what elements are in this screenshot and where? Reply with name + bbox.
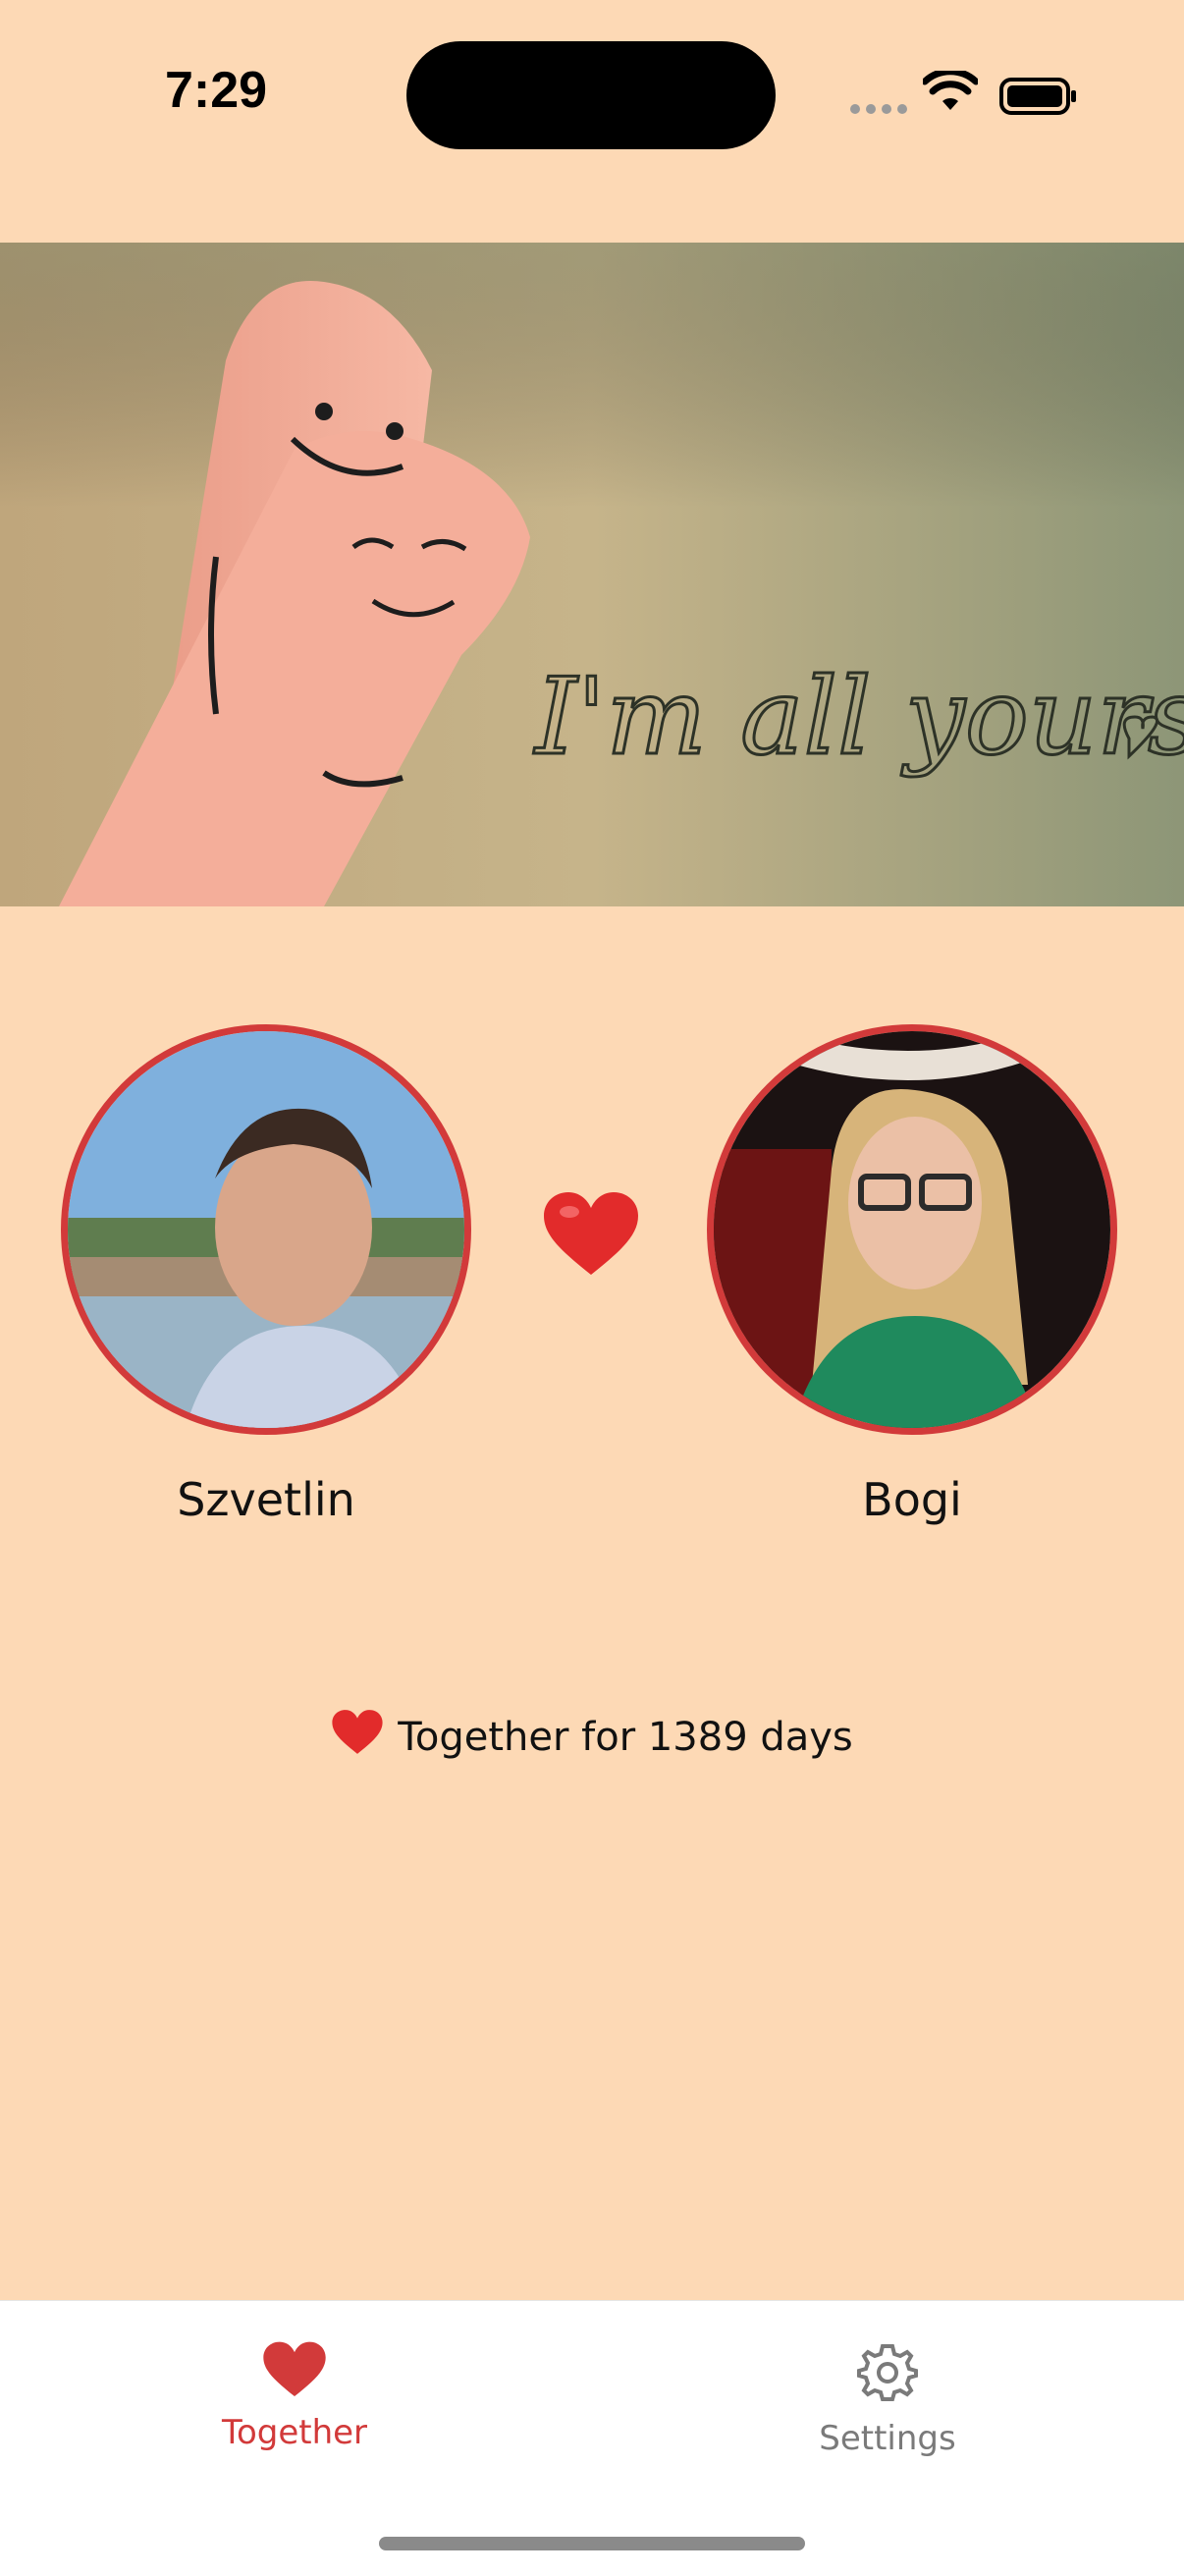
gear-icon bbox=[857, 2344, 918, 2401]
avatar-right[interactable] bbox=[707, 1024, 1117, 1435]
heart-icon bbox=[544, 1192, 638, 1275]
tab-settings[interactable]: Settings bbox=[740, 2340, 1035, 2458]
status-time: 7:29 bbox=[165, 62, 268, 119]
wifi-icon bbox=[923, 71, 978, 110]
tab-together[interactable]: Together bbox=[147, 2340, 442, 2452]
home-indicator[interactable] bbox=[379, 2537, 805, 2550]
together-counter: Together for 1389 days bbox=[0, 1709, 1184, 1760]
partner-name-left: Szvetlin bbox=[177, 1473, 355, 1526]
heart-icon bbox=[263, 2341, 326, 2397]
hero-image: I'm all yours bbox=[0, 243, 1184, 906]
dynamic-island bbox=[406, 41, 776, 149]
tab-label-settings: Settings bbox=[819, 2419, 956, 2458]
partner-name-right: Bogi bbox=[862, 1473, 962, 1526]
together-text: Together for 1389 days bbox=[398, 1715, 853, 1760]
tab-label-together: Together bbox=[221, 2413, 368, 2452]
battery-icon bbox=[999, 78, 1076, 115]
tab-bar: Together Settings bbox=[0, 2300, 1184, 2576]
avatar-left[interactable] bbox=[61, 1024, 471, 1435]
cellular-signal-icon bbox=[850, 104, 907, 114]
heart-icon bbox=[332, 1710, 383, 1754]
hero-handwriting: I'm all yours bbox=[533, 656, 1184, 779]
status-bar: 7:29 bbox=[0, 0, 1184, 196]
